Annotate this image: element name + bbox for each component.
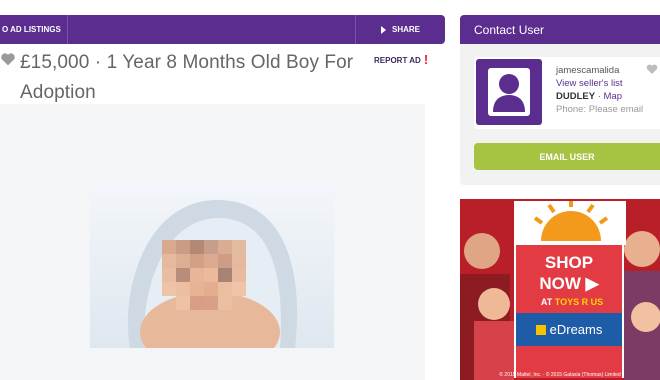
- exclamation-icon: !: [423, 52, 429, 67]
- advertisement-banner[interactable]: SHOP NOW ▶ AT TOYS R US eDreams © 2015 M…: [460, 199, 660, 380]
- seller-location: DUDLEY: [556, 91, 596, 102]
- heart-icon[interactable]: [0, 52, 16, 66]
- ad-headline-shop: SHOP: [544, 253, 594, 272]
- back-to-listings-label: O AD LISTINGS: [2, 25, 61, 34]
- ad-promo-panel: SHOP NOW ▶ AT TOYS R US eDreams: [514, 201, 626, 378]
- edreams-logo: eDreams: [516, 313, 622, 346]
- listing-image-panel: [0, 104, 425, 380]
- edreams-square-icon: [535, 324, 546, 335]
- contact-user-panel: Contact User jamescamalida View seller's…: [460, 15, 660, 185]
- edreams-label: eDreams: [549, 322, 603, 337]
- user-avatar-icon[interactable]: [476, 59, 542, 125]
- ad-at-label: AT: [540, 297, 553, 307]
- email-user-button[interactable]: EMAIL USER: [474, 143, 660, 170]
- seller-info: jamescamalida View seller's list DUDLEY …: [556, 64, 643, 116]
- back-to-listings-button[interactable]: O AD LISTINGS: [0, 15, 68, 44]
- seller-username[interactable]: jamescamalida: [556, 64, 643, 77]
- ad-brand-line: AT TOYS R US: [528, 297, 616, 307]
- map-link[interactable]: Map: [604, 91, 622, 102]
- baby-photo-image: [90, 182, 334, 348]
- ad-copyright: © 2015 Mattel, Inc. · © 2015 Galaxia (Th…: [499, 372, 621, 378]
- contact-user-header: Contact User: [460, 15, 660, 44]
- seller-card: jamescamalida View seller's list DUDLEY …: [474, 57, 660, 129]
- ad-headline-now: NOW ▶: [539, 274, 599, 293]
- share-label: SHARE: [391, 25, 420, 34]
- ad-brand-logo: TOYS R US: [554, 297, 604, 307]
- report-ad-button[interactable]: REPORT AD !: [374, 52, 429, 67]
- share-arrow-icon: [380, 25, 386, 34]
- favorite-heart-icon[interactable]: [646, 63, 658, 75]
- report-ad-label: REPORT AD: [374, 55, 421, 65]
- share-button[interactable]: SHARE: [355, 15, 445, 44]
- seller-phone: Phone: Please email: [556, 104, 644, 115]
- listing-action-bar: O AD LISTINGS SHARE: [0, 15, 445, 44]
- sellers-list-link[interactable]: View seller's list: [556, 77, 643, 90]
- location-separator: ·: [595, 91, 604, 102]
- listing-photo[interactable]: [90, 182, 334, 348]
- listing-title: £15,000 · 1 Year 8 Months Old Boy For Ad…: [20, 52, 354, 103]
- ad-headline-now-text: NOW: [539, 274, 581, 293]
- action-bar-spacer: [68, 15, 355, 44]
- sun-icon: [516, 201, 626, 245]
